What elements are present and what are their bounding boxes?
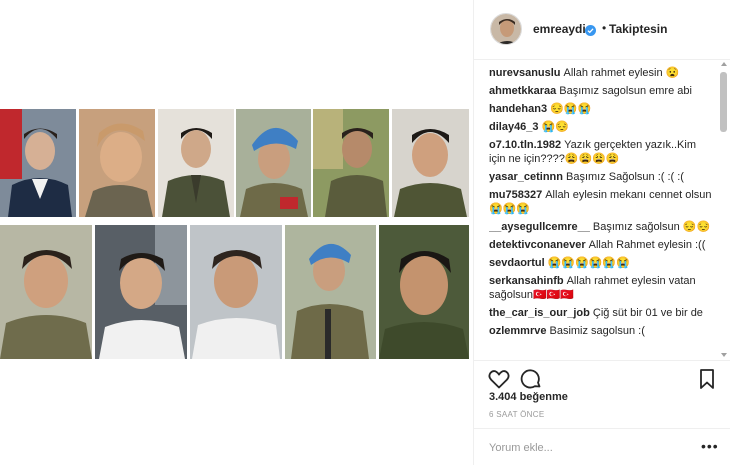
comment-text: Başımız sağolsun 😔😔	[592, 221, 711, 233]
heart-icon[interactable]	[487, 367, 511, 391]
comment-text: 😭😔	[541, 121, 569, 133]
comment-username[interactable]: handehan3	[489, 103, 547, 115]
soldier-photo-11	[379, 225, 469, 359]
comment-item: mu758327 Allah eylesin mekanı cennet olsu…	[489, 188, 714, 216]
comment-text: Allah Rahmet eylesin :((	[588, 239, 706, 251]
comment-username[interactable]: ahmetkkaraa	[489, 85, 556, 97]
comments-scrollbar[interactable]	[719, 62, 729, 357]
bookmark-icon[interactable]	[695, 367, 719, 391]
comments-list[interactable]: nurevsanuslu Allah rahmet eylesin 😧 ahmet…	[489, 66, 714, 358]
comment-item: sevdaortul 😭😭😭😭😭😭	[489, 256, 714, 270]
comment-text: Basimiz sagolsun :(	[549, 325, 645, 337]
header-separator: •	[602, 21, 607, 35]
soldier-photo-7	[0, 225, 92, 359]
soldier-photo-2	[79, 109, 155, 217]
soldier-photo-9	[190, 225, 282, 359]
comment-item: ozlemmrve Basimiz sagolsun :(	[489, 324, 714, 338]
comment-item: dilay46_3 😭😔	[489, 120, 714, 134]
comment-username[interactable]: __aysegullcemre__	[489, 221, 590, 233]
comment-username[interactable]: detektivconanever	[489, 239, 586, 251]
comment-username[interactable]: serkansahinfb	[489, 275, 564, 287]
more-options-button[interactable]: •••	[701, 439, 719, 453]
comment-item: ahmetkkaraa Başımız sagolsun emre abi	[489, 84, 714, 98]
soldier-photo-1	[0, 109, 76, 217]
post-header: emreaydin • Takiptesin	[474, 0, 730, 60]
soldier-photo-6	[392, 109, 469, 217]
comment-username[interactable]: nurevsanuslu	[489, 67, 561, 79]
comment-username[interactable]: o7.10.tln.1982	[489, 139, 561, 151]
soldier-photo-8	[95, 225, 187, 359]
comment-item: detektivconanever Allah Rahmet eylesin :(…	[489, 238, 714, 252]
avatar[interactable]	[490, 13, 522, 45]
comment-text: Allah rahmet eylesin 😧	[563, 67, 680, 79]
scroll-thumb[interactable]	[720, 72, 727, 132]
scroll-up-arrow-icon[interactable]	[721, 62, 727, 66]
scroll-down-arrow-icon[interactable]	[721, 353, 727, 357]
comment-username[interactable]: mu758327	[489, 189, 542, 201]
soldier-photo-10	[285, 225, 376, 359]
comment-item: handehan3 😔😭😭	[489, 102, 714, 116]
comment-input[interactable]	[489, 439, 689, 457]
verified-badge-icon	[585, 23, 596, 36]
post-image-area	[0, 0, 473, 465]
soldier-photo-3	[158, 109, 234, 217]
comment-item: nurevsanuslu Allah rahmet eylesin 😧	[489, 66, 714, 80]
soldier-photo-5	[313, 109, 389, 217]
comment-text: Çiğ süt bir 01 ve bir de	[592, 307, 703, 319]
comment-username[interactable]: the_car_is_our_job	[489, 307, 590, 319]
soldier-photo-4	[236, 109, 311, 217]
comment-text: Başımız sagolsun emre abi	[559, 85, 692, 97]
comment-username[interactable]: sevdaortul	[489, 257, 545, 269]
comment-text: 😭😭😭😭😭😭	[547, 257, 630, 269]
comment-text: Başımız Sağolsun :( :( :(	[565, 171, 684, 183]
likes-count[interactable]: 3.404 beğenme	[489, 391, 568, 403]
post-image-collage[interactable]	[0, 109, 473, 359]
comment-item: yasar_cetinnn Başımız Sağolsun :( :( :(	[489, 170, 714, 184]
comment-username[interactable]: dilay46_3	[489, 121, 539, 133]
comment-item: o7.10.tln.1982 Yazık gerçekten yazık..Kim…	[489, 138, 714, 166]
comment-username[interactable]: yasar_cetinnn	[489, 171, 563, 183]
comment-text: 😔😭😭	[550, 103, 592, 115]
comment-username[interactable]: ozlemmrve	[489, 325, 546, 337]
post-side-panel: emreaydin • Takiptesin nurevsanuslu Allah…	[473, 0, 730, 465]
following-button[interactable]: Takiptesin	[609, 22, 667, 36]
comment-item: the_car_is_our_job Çiğ süt bir 01 ve bir …	[489, 306, 714, 320]
comment-item: __aysegullcemre__ Başımız sağolsun 😔😔	[489, 220, 714, 234]
post-timestamp[interactable]: 6 SAAT ÖNCE	[489, 410, 544, 419]
comment-bubble-icon[interactable]	[519, 367, 543, 391]
add-comment-bar: •••	[474, 428, 730, 465]
comment-item: serkansahinfb Allah rahmet eylesin vatan …	[489, 274, 714, 302]
